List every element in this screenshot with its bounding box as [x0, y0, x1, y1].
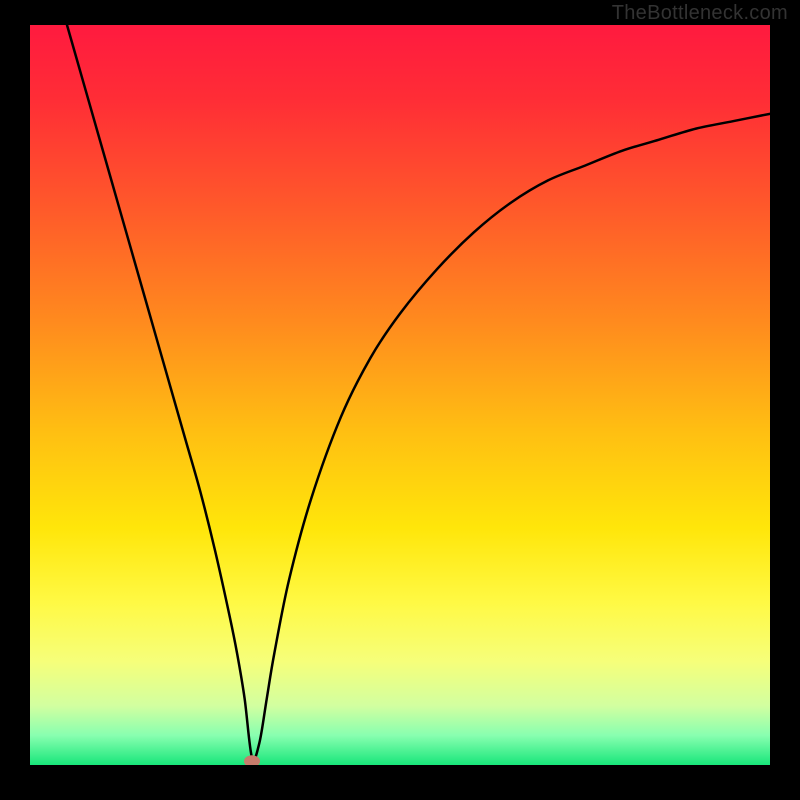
- chart-frame: TheBottleneck.com: [0, 0, 800, 800]
- gradient-background: [30, 25, 770, 765]
- chart-svg: [30, 25, 770, 765]
- plot-area: [30, 25, 770, 765]
- watermark-text: TheBottleneck.com: [612, 2, 788, 25]
